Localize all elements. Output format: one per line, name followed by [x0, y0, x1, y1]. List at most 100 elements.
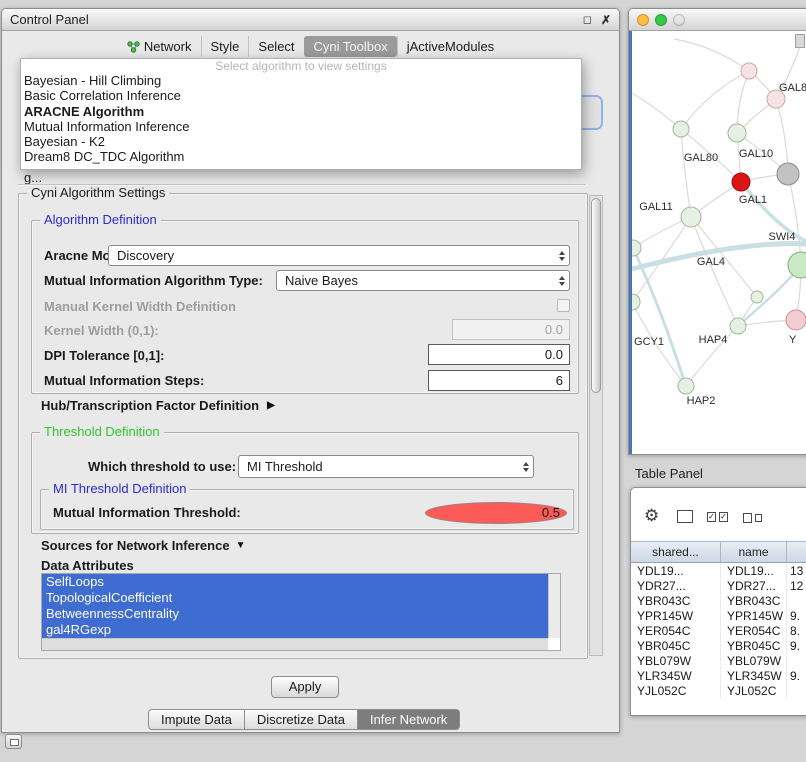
network-node[interactable]	[681, 207, 701, 227]
algorithm-option[interactable]: Bayesian - Hill Climbing	[21, 73, 581, 88]
table-header: shared... name	[631, 541, 806, 563]
tab-style[interactable]: Style	[201, 36, 249, 57]
traffic-light-zoom[interactable]	[673, 14, 685, 26]
tab-discretize-data[interactable]: Discretize Data	[245, 709, 358, 730]
aracne-mode-combobox[interactable]: Discovery	[108, 245, 570, 266]
table-row[interactable]: YLR345WYLR345W9.	[631, 669, 806, 684]
network-node[interactable]	[678, 378, 694, 394]
mi-type-combobox[interactable]: Naive Bayes	[276, 270, 570, 291]
apply-button[interactable]: Apply	[271, 676, 339, 698]
algorithm-option[interactable]: Basic Correlation Inference	[21, 88, 581, 103]
attributes-vertical-scrollbar[interactable]	[548, 574, 560, 638]
algorithm-option[interactable]: Bayesian - K2	[21, 134, 581, 149]
traffic-light-close[interactable]	[637, 14, 649, 26]
dpi-tolerance-field[interactable]: 0.0	[428, 344, 570, 365]
network-node[interactable]	[741, 63, 757, 79]
table-cell: YJL052C	[631, 684, 721, 699]
network-node[interactable]	[786, 310, 806, 330]
network-titlebar[interactable]	[629, 9, 806, 31]
table-cell	[787, 654, 806, 669]
settings-scrollbar[interactable]	[589, 195, 603, 656]
kernel-width-field[interactable]: 0.0	[452, 319, 570, 340]
network-node[interactable]	[673, 121, 689, 137]
attribute-item[interactable]: BetweennessCentrality	[42, 606, 548, 622]
attribute-item[interactable]: TopologicalCoefficient	[42, 590, 548, 606]
column-layout-icon[interactable]	[677, 510, 693, 523]
attributes-horizontal-scrollbar[interactable]	[42, 638, 548, 650]
algorithm-option[interactable]: Mutual Information Inference	[21, 119, 581, 134]
manual-kernel-checkbox[interactable]	[557, 299, 570, 312]
network-node[interactable]	[788, 252, 806, 278]
tab-infer-network[interactable]: Infer Network	[358, 709, 460, 730]
network-edge	[632, 93, 681, 129]
sources-expander[interactable]: Sources for Network Inference ▼	[41, 538, 245, 553]
tab-select[interactable]: Select	[248, 36, 303, 57]
tab-jactivemodules[interactable]: jActiveModules	[397, 36, 503, 57]
algorithm-listbox: Bayesian - Hill ClimbingBasic Correlatio…	[21, 73, 581, 165]
settings-gear-icon[interactable]: ⚙	[644, 507, 659, 524]
threshold-definition-group: Threshold Definition Which threshold to …	[31, 432, 579, 534]
attribute-item[interactable]: gal4RGexp	[42, 622, 548, 638]
manual-kernel-label: Manual Kernel Width Definition	[44, 299, 236, 314]
node-label: HAP2	[687, 395, 716, 407]
network-node[interactable]	[732, 173, 750, 191]
tab-label: Style	[211, 39, 240, 54]
mi-steps-field[interactable]: 6	[428, 370, 570, 391]
table-cell: YBR045C	[721, 639, 787, 654]
table-cell: 9.	[787, 669, 806, 684]
restore-panel-icon[interactable]	[5, 734, 22, 749]
view-scrollbar-corner[interactable]	[795, 34, 805, 48]
unchecked-boxes-icon[interactable]	[743, 513, 765, 523]
tab-impute-data[interactable]: Impute Data	[148, 709, 245, 730]
network-node[interactable]	[777, 163, 799, 185]
network-node[interactable]	[751, 291, 763, 303]
close-icon[interactable]: ✗	[601, 13, 611, 27]
which-threshold-combobox[interactable]: MI Threshold	[238, 455, 534, 478]
attribute-item[interactable]: SelfLoops	[42, 574, 548, 590]
tab-cyni-toolbox[interactable]: Cyni Toolbox	[304, 36, 397, 57]
table-cell: 9.	[787, 609, 806, 624]
network-canvas[interactable]: GAL8GAL80GAL10GAL11GAL1SWI4GAL4GCY1HAP4Y…	[629, 31, 806, 454]
hub-definition-label: Hub/Transcription Factor Definition	[41, 398, 259, 413]
traffic-light-minimize[interactable]	[655, 14, 667, 26]
group-title: Cyni Algorithm Settings	[27, 185, 169, 200]
table-cell: YDR27...	[721, 579, 787, 594]
algorithm-option[interactable]: ARACNE Algorithm	[21, 104, 581, 119]
float-window-icon[interactable]: ◻	[583, 13, 592, 26]
dpi-tolerance-label: DPI Tolerance [0,1]:	[44, 348, 164, 363]
control-panel-titlebar[interactable]: Control Panel ◻ ✗	[2, 9, 619, 31]
network-edge	[681, 71, 749, 129]
network-node[interactable]	[730, 318, 746, 334]
network-node[interactable]	[632, 240, 641, 256]
table-row[interactable]: YER054CYER054C8.	[631, 624, 806, 639]
table-cell: YBL079W	[631, 654, 721, 669]
table-cell: YDL19...	[721, 564, 787, 579]
table-row[interactable]: YJL052CYJL052C	[631, 684, 806, 699]
tab-network[interactable]: Network	[118, 36, 201, 57]
table-row[interactable]: YBR045CYBR045C9.	[631, 639, 806, 654]
table-cell: YBR045C	[631, 639, 721, 654]
network-node[interactable]	[728, 124, 746, 142]
network-node[interactable]	[632, 294, 640, 310]
scrollbar-thumb[interactable]	[591, 198, 601, 393]
table-row[interactable]: YPR145WYPR145W9.	[631, 609, 806, 624]
combo-value: Discovery	[117, 248, 174, 263]
network-edge	[674, 39, 749, 71]
table-row[interactable]: YBR043CYBR043C	[631, 594, 806, 609]
table-cell	[787, 594, 806, 609]
attr-items: SelfLoopsTopologicalCoefficientBetweenne…	[42, 574, 548, 638]
algorithm-option[interactable]: Dream8 DC_TDC Algorithm	[21, 149, 581, 164]
node-label: GAL10	[739, 148, 773, 160]
table-row[interactable]: YBL079WYBL079W	[631, 654, 806, 669]
mi-threshold-field[interactable]: 0.5	[425, 502, 567, 524]
node-label: GAL11	[639, 201, 672, 213]
group-title: MI Threshold Definition	[49, 481, 190, 496]
table-row[interactable]: YDL19...YDL19...13	[631, 564, 806, 579]
column-header-shared-name[interactable]: shared...	[631, 542, 721, 562]
column-header-extra[interactable]	[787, 542, 806, 562]
hub-definition-expander[interactable]: Hub/Transcription Factor Definition ▶	[41, 398, 275, 413]
column-header-name[interactable]: name	[721, 542, 787, 562]
combo-arrows-icon	[559, 271, 565, 290]
checked-boxes-icon[interactable]: ✓✓	[707, 512, 731, 522]
table-row[interactable]: YDR27...YDR27...12	[631, 579, 806, 594]
